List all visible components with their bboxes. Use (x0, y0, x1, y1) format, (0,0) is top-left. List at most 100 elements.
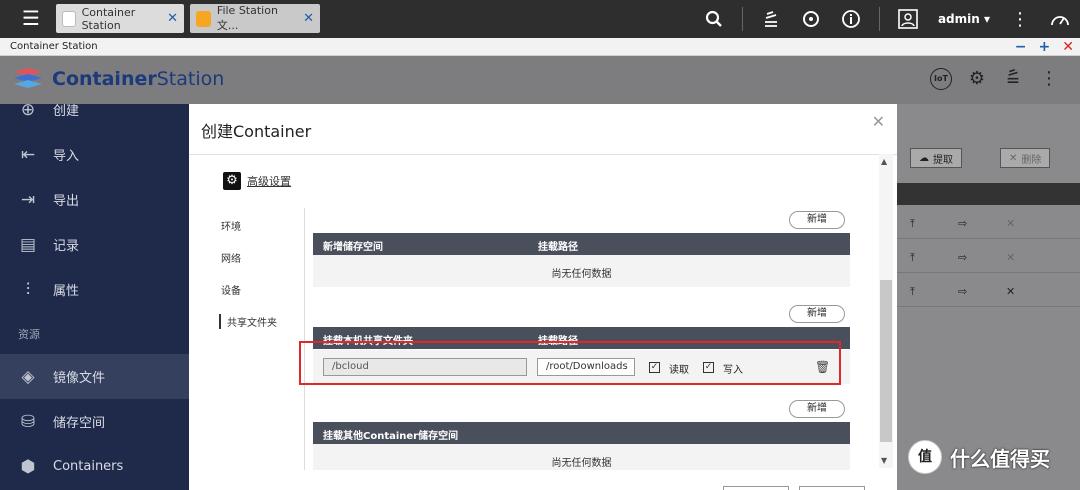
sidebar-item-properties[interactable]: ⫶ 属性 (0, 267, 189, 312)
window-title-bar: Container Station − + ✕ (0, 38, 1080, 56)
minimize-icon[interactable]: − (1015, 38, 1027, 56)
table-row[interactable] (868, 205, 1080, 239)
tab-label: Container Station (81, 5, 136, 32)
gear-icon[interactable]: ⚙ (966, 68, 988, 90)
tab-file-station[interactable]: File Station 文... ✕ (190, 4, 320, 33)
footer-button[interactable] (799, 486, 865, 490)
layers-icon: ◈ (21, 366, 35, 387)
close-icon: ✕ (1009, 152, 1018, 164)
table-row[interactable] (868, 273, 1080, 307)
close-tab-icon[interactable]: ✕ (167, 11, 178, 26)
dashboard-gauge-icon[interactable] (1040, 0, 1080, 38)
divider (741, 7, 743, 31)
window-controls: − + ✕ (1015, 38, 1074, 56)
close-dialog-icon[interactable]: ✕ (872, 112, 885, 131)
os-taskbar: ☰ Container Station ✕ File Station 文... … (0, 0, 1080, 38)
divider (189, 154, 897, 155)
push-icon[interactable]: ⤒ (910, 285, 915, 299)
empty-state: 尚无任何数据 (551, 458, 612, 469)
nav-network[interactable]: 网络 (221, 250, 241, 265)
run-icon[interactable]: ⇨ (958, 217, 967, 230)
sidebar-item-label: 创建 (53, 104, 80, 119)
export-icon: ⇥ (20, 189, 36, 210)
more-vertical-icon[interactable]: ⋮ (1038, 68, 1060, 90)
system-tray: admin ▾ ⋮ (694, 0, 1080, 38)
close-window-icon[interactable]: ✕ (1062, 38, 1074, 56)
user-menu[interactable]: admin ▾ (928, 12, 1000, 26)
empty-state: 尚无任何数据 (551, 269, 612, 280)
sidebar-item-label: 属性 (53, 284, 80, 299)
sidebar-item-create[interactable]: ⊕ 创建 (0, 87, 189, 132)
close-icon[interactable]: ✕ (1006, 217, 1015, 230)
sidebar-item-images[interactable]: ◈ 镜像文件 (0, 354, 189, 399)
sidebar-item-label: 导入 (53, 149, 80, 164)
highlight-annotation (299, 341, 841, 385)
gear-icon: ⚙ (223, 172, 241, 190)
sidebar-item-label: 储存空间 (53, 416, 106, 431)
tab-label: File Station 文... (216, 4, 278, 32)
run-icon[interactable]: ⇨ (958, 285, 967, 298)
push-icon[interactable]: ⤒ (910, 217, 915, 231)
add-container-volume-button[interactable]: 新增 (789, 400, 845, 418)
delete-button[interactable]: ✕ 删除 (1000, 148, 1051, 168)
pull-button[interactable]: ☁ 提取 (910, 148, 962, 168)
container-volume-table-body: 尚无任何数据 (313, 444, 850, 470)
scroll-up-icon[interactable]: ▲ (881, 157, 887, 166)
column-header: 新增储存空间 (323, 242, 383, 253)
sidebar: ⊕ 创建 ⇤ 导入 ⇥ 导出 ▤ 记录 ⫶ 属性 资源 ◈ 镜像文件 ⛁ 储存空… (0, 100, 189, 490)
search-icon[interactable] (694, 0, 734, 38)
nav-device[interactable]: 设备 (221, 282, 241, 297)
sidebar-item-storage[interactable]: ⛁ 储存空间 (0, 399, 189, 444)
close-icon[interactable]: ✕ (1006, 285, 1015, 298)
watermark-text: 什么值得买 (950, 446, 1050, 471)
sidebar-item-label: Containers (53, 459, 124, 474)
iot-icon[interactable]: IoT (930, 68, 952, 90)
cube-icon: ⬢ (20, 456, 36, 477)
advanced-settings-label[interactable]: 高级设置 (247, 173, 291, 189)
watermark-badge: 值 (908, 440, 942, 474)
cloud-download-icon: ☁ (919, 152, 929, 164)
sidebar-item-label: 镜像文件 (53, 371, 106, 386)
delete-label: 删除 (1021, 154, 1042, 166)
close-icon[interactable]: ✕ (1006, 251, 1015, 264)
main-menu-icon[interactable]: ☰ (22, 8, 44, 28)
log-icon: ▤ (19, 234, 37, 255)
info-icon[interactable] (831, 0, 871, 38)
sidebar-section-resources: 资源 (18, 328, 40, 341)
maximize-icon[interactable]: + (1039, 38, 1051, 56)
table-row[interactable] (868, 239, 1080, 273)
footer-button[interactable] (723, 486, 789, 490)
sliders-icon: ⫶ (25, 279, 31, 300)
header-actions: IoT ⚙ ⋮ (930, 68, 1060, 90)
advanced-settings-header: ⚙ 高级设置 (223, 172, 291, 190)
add-volume-button[interactable]: 新增 (789, 211, 845, 229)
user-name: admin (937, 12, 980, 26)
sync-icon[interactable] (791, 0, 831, 38)
close-tab-icon[interactable]: ✕ (303, 11, 314, 26)
add-shared-folder-button[interactable]: 新增 (789, 305, 845, 323)
stack-icon[interactable] (1002, 68, 1024, 90)
push-icon[interactable]: ⤒ (910, 251, 915, 265)
watermark: 值 什么值得买 (908, 440, 1050, 474)
run-icon[interactable]: ⇨ (958, 251, 967, 264)
sidebar-item-export[interactable]: ⇥ 导出 (0, 177, 189, 222)
window-title: Container Station (10, 41, 98, 52)
sidebar-item-label: 导出 (53, 194, 80, 209)
container-station-app-icon (62, 10, 76, 27)
dialog-scrollbar[interactable]: ▲ ▼ (879, 154, 893, 468)
nav-shared-folders[interactable]: 共享文件夹 (219, 314, 277, 329)
sidebar-item-label: 记录 (53, 239, 80, 254)
nav-environment[interactable]: 环境 (221, 218, 241, 233)
sidebar-item-import[interactable]: ⇤ 导入 (0, 132, 189, 177)
user-avatar-icon[interactable] (888, 0, 928, 38)
sidebar-item-log[interactable]: ▤ 记录 (0, 222, 189, 267)
scroll-down-icon[interactable]: ▼ (881, 456, 887, 465)
stack-icon[interactable] (751, 0, 791, 38)
sidebar-item-containers[interactable]: ⬢ Containers (0, 444, 189, 489)
more-vertical-icon[interactable]: ⋮ (1000, 0, 1040, 38)
tab-container-station[interactable]: Container Station ✕ (56, 4, 184, 33)
create-container-dialog: 创建Container ✕ ⚙ 高级设置 环境 网络 设备 共享文件夹 新增 新… (189, 104, 897, 490)
volume-table-body: 尚无任何数据 (313, 255, 850, 287)
import-icon: ⇤ (20, 144, 36, 165)
scroll-thumb[interactable] (880, 280, 892, 442)
